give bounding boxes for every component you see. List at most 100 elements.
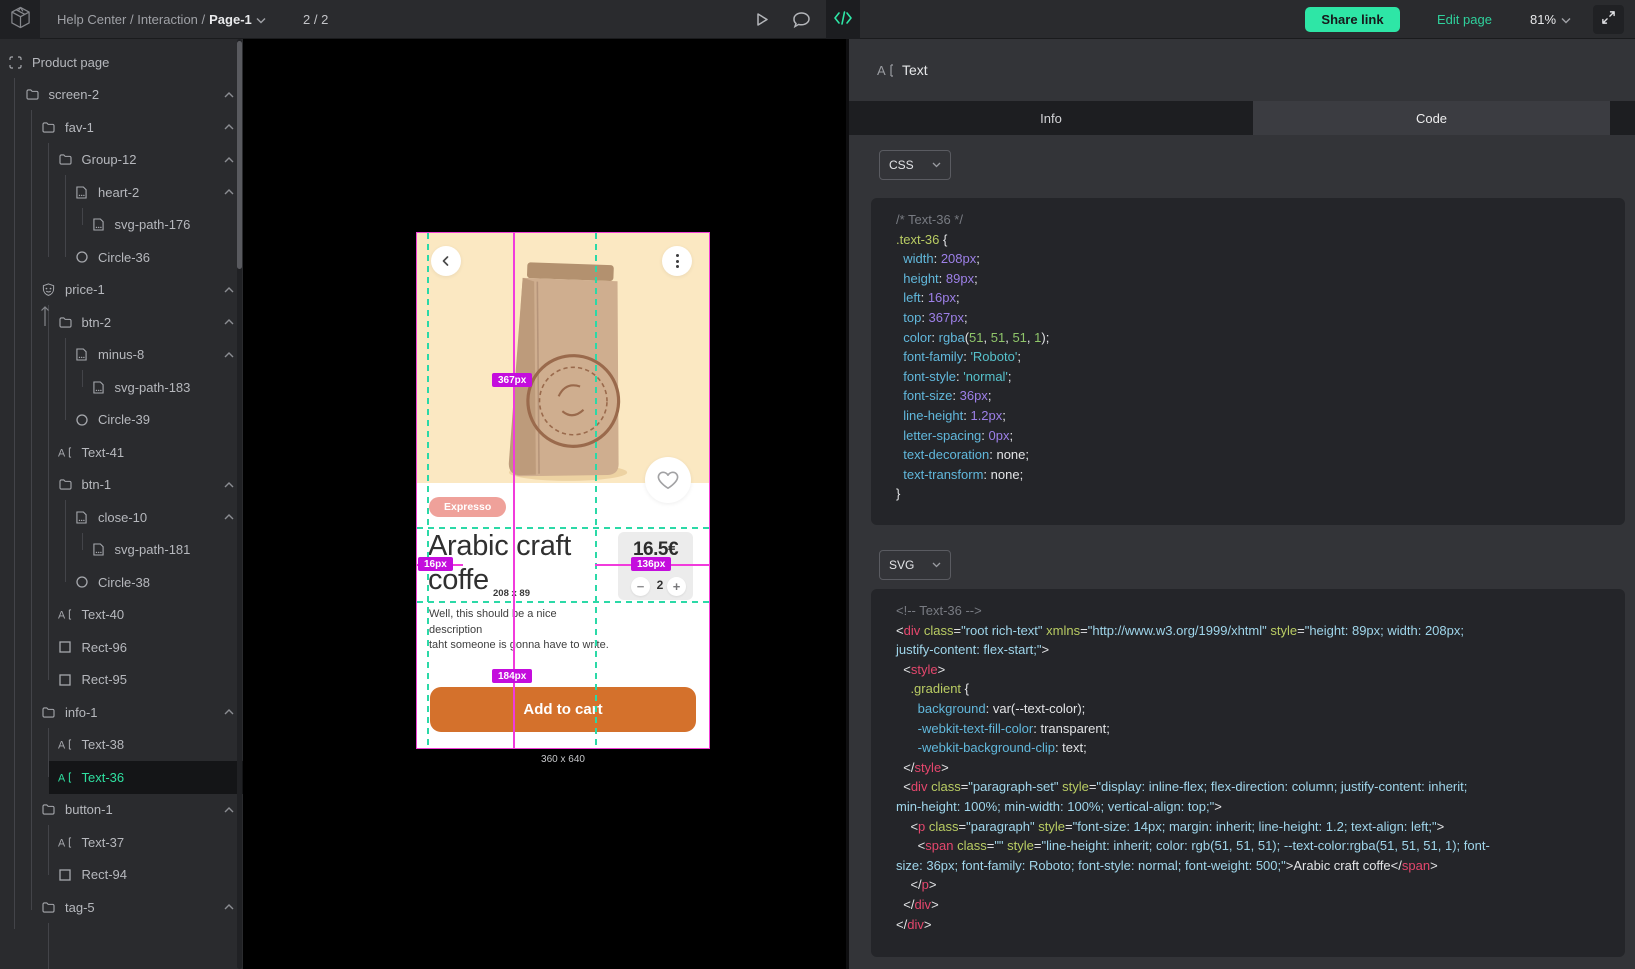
- layer-label: btn-2: [82, 315, 112, 330]
- layer-item-rect-94[interactable]: Rect-94: [0, 859, 243, 892]
- css-format-dropdown[interactable]: CSS: [879, 150, 951, 180]
- code-line: left: 16px;: [896, 288, 1615, 308]
- chevron-up-icon[interactable]: [224, 124, 234, 130]
- layer-item-heart-2[interactable]: heart-2: [0, 176, 243, 209]
- app-window: Help Center / Interaction / Page-1 2 / 2…: [0, 0, 1635, 969]
- layer-item-product page[interactable]: Product page: [0, 46, 243, 79]
- svg-text:A: A: [58, 447, 66, 458]
- layer-label: Rect-96: [82, 640, 128, 655]
- svg-format-dropdown[interactable]: SVG: [879, 550, 951, 580]
- layer-item-text-40[interactable]: AText-40: [0, 599, 243, 632]
- svgfile-icon: [74, 186, 89, 199]
- layer-item-circle-39[interactable]: Circle-39: [0, 404, 243, 437]
- layer-label: button-1: [65, 802, 113, 817]
- layer-item-text-41[interactable]: A Text-41: [0, 436, 243, 469]
- canvas[interactable]: Expresso Arabic craftcoffe 208 x 89 16.5…: [243, 39, 846, 969]
- layer-item-minus-8[interactable]: minus-8: [0, 339, 243, 372]
- chevron-up-icon[interactable]: [224, 482, 234, 488]
- code-line: top: 367px;: [896, 308, 1615, 328]
- svg-code-block[interactable]: <!-- Text-36 --><div class="root rich-te…: [871, 589, 1625, 957]
- tab-code[interactable]: Code: [1253, 101, 1610, 135]
- product-title: Arabic craftcoffe: [428, 529, 608, 597]
- share-link-button[interactable]: Share link: [1305, 7, 1400, 32]
- layer-item-tag-5[interactable]: tag-5: [0, 891, 243, 924]
- text-dimensions-label: 208 x 89: [493, 588, 530, 599]
- chevron-up-icon[interactable]: [224, 319, 234, 325]
- tabs-spacer: [1610, 101, 1635, 135]
- layer-item-close-10[interactable]: close-10: [0, 501, 243, 534]
- category-tag[interactable]: Expresso: [429, 497, 506, 517]
- svgfile-icon: [74, 511, 89, 524]
- layer-label: Text-37: [82, 835, 125, 850]
- layer-item-text-37[interactable]: A Text-37: [0, 826, 243, 859]
- topbar: Help Center / Interaction / Page-1 2 / 2…: [0, 0, 1635, 39]
- layer-label: minus-8: [98, 347, 144, 362]
- layer-item-svg-path-181[interactable]: svg-path-181: [0, 534, 243, 567]
- chevron-up-icon[interactable]: [224, 157, 234, 163]
- layer-item-svg-path-183[interactable]: svg-path-183: [0, 371, 243, 404]
- layer-item-btn-2[interactable]: btn-2: [0, 306, 243, 339]
- chevron-up-icon[interactable]: [224, 709, 234, 715]
- zoom-level-dropdown[interactable]: 81%: [1530, 0, 1571, 39]
- layer-item-info-1[interactable]: info-1: [0, 696, 243, 729]
- svg-text:A: A: [58, 837, 66, 848]
- layer-item-btn-1[interactable]: btn-1: [0, 469, 243, 502]
- measure-badge-bottom: 184px: [492, 669, 532, 683]
- chevron-up-icon[interactable]: [224, 352, 234, 358]
- edit-page-link[interactable]: Edit page: [1437, 0, 1492, 39]
- layer-label: Text-41: [82, 445, 125, 460]
- breadcrumb[interactable]: Help Center / Interaction / Page-1: [57, 0, 266, 39]
- layer-item-text-38[interactable]: AText-38: [0, 729, 243, 762]
- guide-dashed-right: [595, 233, 597, 748]
- code-line: }: [896, 484, 1615, 504]
- fullscreen-button[interactable]: [1593, 5, 1624, 34]
- layer-label: Text-36: [82, 770, 125, 785]
- code-line: </div>: [896, 895, 1615, 915]
- css-code-block[interactable]: /* Text-36 */.text-36 { width: 208px; he…: [871, 198, 1625, 525]
- add-to-cart-label: Add to cart: [523, 701, 602, 718]
- layer-item-circle-38[interactable]: Circle-38: [0, 566, 243, 599]
- comments-button[interactable]: [789, 0, 813, 39]
- code-line: <span class="" style="line-height: inher…: [896, 836, 1615, 856]
- breadcrumb-current-page: Page-1: [209, 12, 252, 27]
- product-page-mockup[interactable]: Expresso Arabic craftcoffe 208 x 89 16.5…: [417, 233, 709, 748]
- layer-item-screen-2[interactable]: screen-2: [0, 79, 243, 112]
- chevron-up-icon[interactable]: [224, 807, 234, 813]
- layer-item-button-1[interactable]: button-1: [0, 794, 243, 827]
- chevron-up-icon[interactable]: [224, 514, 234, 520]
- code-line: letter-spacing: 0px;: [896, 426, 1615, 446]
- page-counter: 2 / 2: [303, 0, 328, 39]
- code-line: <p class="paragraph" style="font-size: 1…: [896, 817, 1615, 837]
- more-options-button[interactable]: [662, 246, 692, 276]
- layer-item-circle-36[interactable]: Circle-36: [0, 241, 243, 274]
- quantity-minus-button[interactable]: −: [631, 577, 650, 596]
- chevron-up-icon[interactable]: [224, 92, 234, 98]
- layer-item-rect-95[interactable]: Rect-95: [0, 664, 243, 697]
- sidebar-scrollbar-thumb[interactable]: [237, 41, 242, 269]
- code-line: min-height: 100%; min-width: 100%; verti…: [896, 797, 1615, 817]
- code-line: /* Text-36 */: [896, 210, 1615, 230]
- layer-label: Circle-39: [98, 412, 150, 427]
- add-to-cart-button[interactable]: Add to cart: [430, 687, 696, 732]
- layer-item-price-1[interactable]: price-1: [0, 274, 243, 307]
- chevron-up-icon[interactable]: [224, 287, 234, 293]
- play-button[interactable]: [750, 0, 774, 39]
- favorite-button[interactable]: [645, 457, 691, 503]
- code-line: text-decoration: none;: [896, 445, 1615, 465]
- back-button[interactable]: [431, 246, 461, 276]
- tab-info[interactable]: Info: [849, 101, 1253, 135]
- layer-item-rect-96[interactable]: Rect-96: [0, 631, 243, 664]
- layer-item-svg-path-176[interactable]: svg-path-176: [0, 209, 243, 242]
- layer-item-group-12[interactable]: Group-12: [0, 144, 243, 177]
- code-line: font-style: 'normal';: [896, 367, 1615, 387]
- chevron-up-icon[interactable]: [224, 904, 234, 910]
- chevron-up-icon[interactable]: [224, 189, 234, 195]
- layer-label: heart-2: [98, 185, 139, 200]
- layer-item-text-36[interactable]: AText-36: [0, 761, 243, 794]
- text-layer-icon: A: [877, 63, 894, 78]
- expand-icon: [1601, 10, 1616, 30]
- code-panel-toggle[interactable]: [826, 0, 860, 39]
- quantity-plus-button[interactable]: +: [667, 577, 686, 596]
- app-logo[interactable]: [0, 0, 40, 39]
- layer-item-fav-1[interactable]: fav-1: [0, 111, 243, 144]
